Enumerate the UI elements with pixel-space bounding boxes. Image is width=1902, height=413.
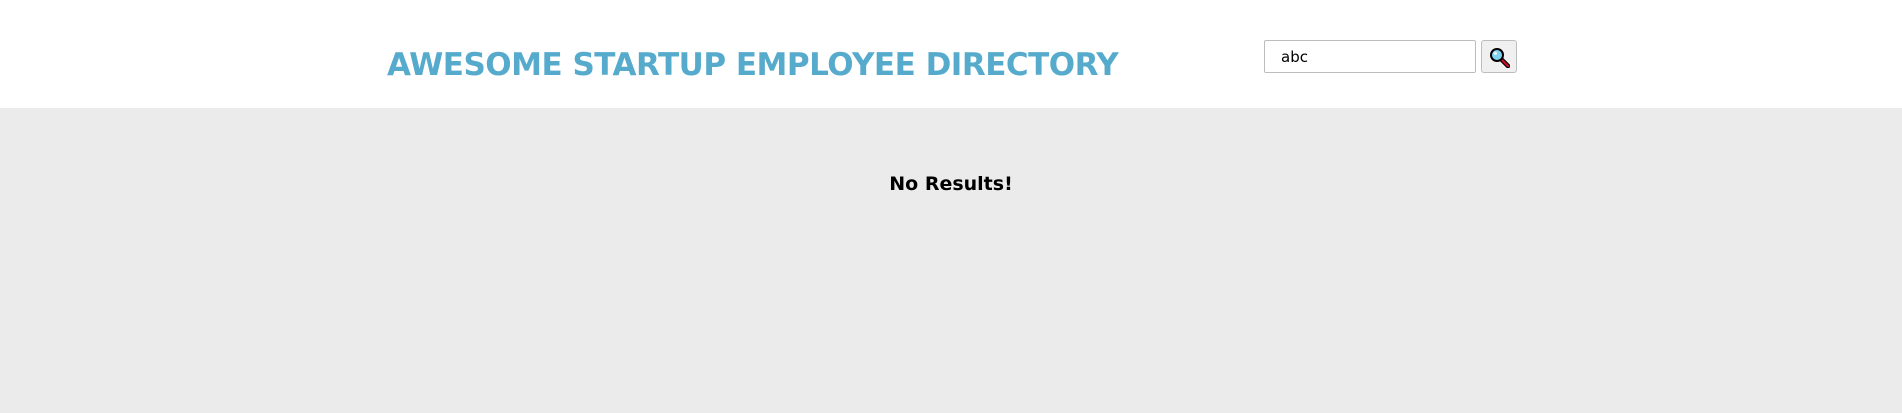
results-area: No Results! bbox=[0, 108, 1902, 413]
no-results-message: No Results! bbox=[889, 173, 1013, 195]
page-title: AWESOME STARTUP EMPLOYEE DIRECTORY bbox=[387, 47, 1119, 83]
page-header: AWESOME STARTUP EMPLOYEE DIRECTORY bbox=[0, 0, 1902, 108]
search-button[interactable] bbox=[1481, 40, 1517, 73]
search-input[interactable] bbox=[1264, 40, 1476, 73]
